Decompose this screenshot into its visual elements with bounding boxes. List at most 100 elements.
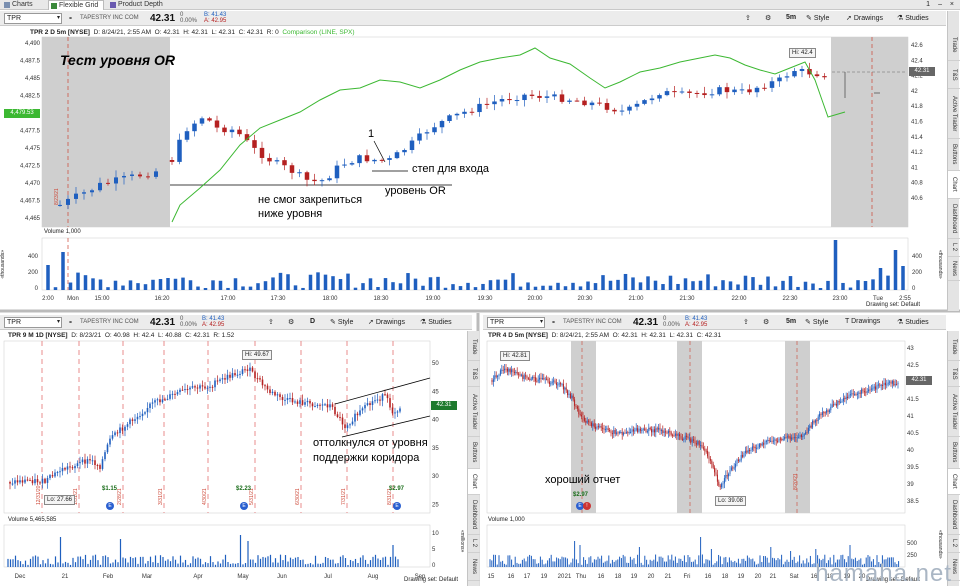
side-tab-chart[interactable]: Chart — [948, 469, 960, 495]
side-tab-chart[interactable]: Chart — [468, 469, 480, 495]
low-label: Lo: 27.66 — [44, 495, 75, 505]
candle — [545, 379, 546, 380]
candle — [700, 445, 701, 446]
right-axis-tick: 40 — [432, 418, 439, 424]
volume-bar — [367, 564, 368, 567]
candle — [102, 459, 104, 469]
side-tab-l2[interactable]: L 2 — [468, 535, 480, 553]
volume-bar — [754, 561, 755, 567]
volume-bar — [145, 564, 146, 567]
candle — [609, 430, 610, 431]
side-tab-trade[interactable]: Trade — [948, 333, 960, 361]
candle — [753, 446, 754, 447]
main-volume-area[interactable] — [42, 238, 908, 290]
volume-bar — [342, 555, 343, 567]
side-tab-trade[interactable]: Trade — [468, 333, 480, 361]
candle — [222, 128, 227, 133]
side-tab-trade[interactable]: Trade — [948, 29, 960, 61]
candle — [365, 155, 370, 161]
candle — [87, 459, 89, 464]
volume-bar — [639, 547, 640, 567]
volume-bar — [444, 288, 448, 290]
volume-bar — [585, 560, 586, 567]
volume-bar — [495, 555, 496, 567]
candle — [818, 417, 819, 421]
side-tab-dashboard[interactable]: Dashboard — [948, 199, 960, 239]
volume-bar — [841, 283, 845, 290]
earnings-icon[interactable]: E — [106, 502, 114, 510]
side-tab-ts[interactable]: T&S — [948, 361, 960, 387]
candle — [623, 433, 624, 435]
candle — [349, 424, 351, 425]
side-tab-chart[interactable]: Chart — [948, 171, 960, 199]
volume-bar — [91, 278, 95, 290]
volume-bar — [192, 556, 193, 567]
volume-bar — [76, 273, 80, 290]
candle — [372, 160, 377, 161]
volume-bar — [115, 560, 116, 567]
candle — [795, 437, 796, 438]
side-tab-l2[interactable]: L 2 — [948, 535, 960, 553]
volume-bar — [205, 562, 206, 567]
candle — [314, 406, 316, 407]
candle — [822, 76, 827, 77]
bl-price-area[interactable] — [4, 341, 430, 513]
candle — [524, 375, 525, 379]
side-tab-buttons[interactable]: Buttons — [948, 139, 960, 171]
candle — [24, 480, 26, 483]
volume-bar — [99, 279, 103, 290]
side-tab-news[interactable]: News — [948, 257, 960, 281]
side-tab-ts[interactable]: T&S — [948, 61, 960, 89]
right-axis-tick: 40.6 — [911, 196, 923, 202]
volume-bar — [391, 282, 395, 290]
charts-canvas[interactable]: 8/23/21 4,4904,487.54,4854,482.54,4804,4… — [0, 0, 960, 586]
volume-bar — [677, 563, 678, 567]
side-tab-active-trader[interactable]: Active Trader — [468, 387, 480, 437]
candle — [767, 440, 768, 441]
candle — [710, 459, 711, 461]
side-tab-buttons[interactable]: Buttons — [948, 437, 960, 469]
side-tab-dashboard[interactable]: Dashboard — [468, 495, 480, 535]
event-icon[interactable]: ! — [583, 502, 591, 510]
side-tab-buttons[interactable]: Buttons — [468, 437, 480, 469]
side-tab-active-trader[interactable]: Active Trader — [948, 387, 960, 437]
candle — [492, 101, 497, 104]
candle — [327, 404, 329, 407]
side-tab-news[interactable]: News — [468, 553, 480, 581]
volume-bar — [540, 557, 541, 567]
side-tab-ts[interactable]: T&S — [468, 361, 480, 387]
volume-bar — [686, 562, 687, 567]
volume-bar — [252, 560, 253, 567]
drawing-set[interactable]: Drawing set: Default — [404, 577, 458, 583]
volume-bar — [189, 280, 193, 290]
volume-bar — [805, 564, 806, 567]
drawing-set[interactable]: Drawing set: Default — [866, 302, 920, 308]
candle — [653, 429, 654, 432]
candle — [886, 384, 887, 385]
volume-bar — [75, 562, 76, 567]
candle — [777, 441, 778, 442]
candle — [267, 386, 269, 390]
earnings-icon[interactable]: E — [240, 502, 248, 510]
time-axis-tick: 19:00 — [425, 296, 441, 302]
candle — [229, 375, 231, 378]
candle — [847, 397, 848, 398]
volume-bar — [322, 563, 323, 567]
candle — [187, 389, 189, 390]
right-axis-tick: 35 — [432, 446, 439, 452]
volume-bar — [219, 281, 223, 290]
volume-bar — [752, 559, 753, 567]
candle — [672, 91, 677, 92]
side-tab-active-trader[interactable]: Active Trader — [948, 89, 960, 139]
volume-bar — [372, 557, 373, 567]
candle — [252, 368, 254, 372]
side-tab-dashboard[interactable]: Dashboard — [948, 495, 960, 535]
side-tab-l2[interactable]: L 2 — [948, 239, 960, 257]
right-axis-tick: 42.6 — [911, 43, 923, 49]
volume-bar — [102, 556, 103, 567]
earnings-icon[interactable]: E — [393, 502, 401, 510]
candle — [874, 386, 875, 388]
volume-bar — [713, 565, 714, 567]
candle — [865, 392, 866, 393]
volume-bar — [785, 562, 786, 567]
